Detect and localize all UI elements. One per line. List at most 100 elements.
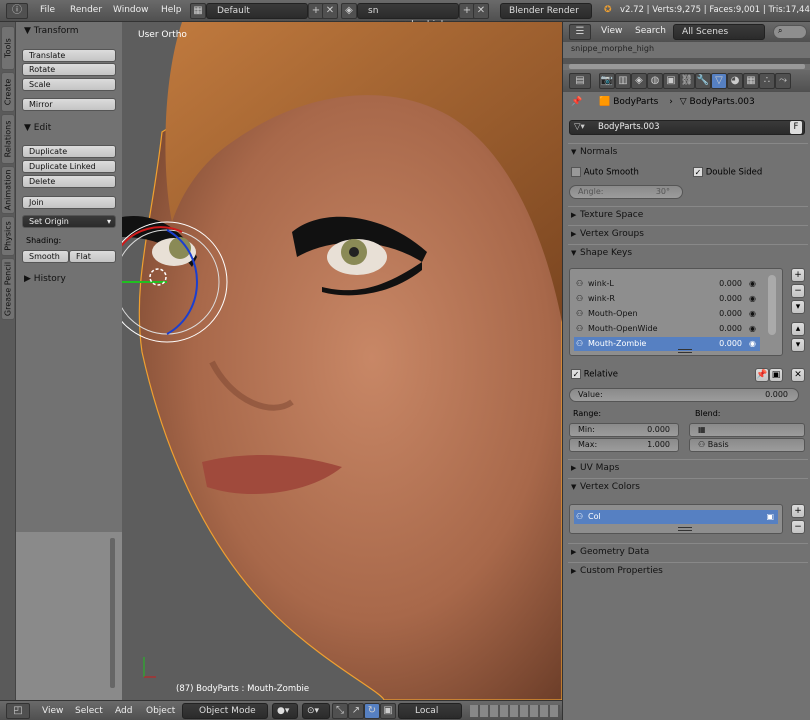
uv-maps-panel-header[interactable]: ▶ UV Maps xyxy=(568,459,808,476)
duplicate-linked-button[interactable]: Duplicate Linked xyxy=(22,160,116,173)
geometry-data-panel-header[interactable]: ▶ Geometry Data xyxy=(568,543,808,560)
list-item[interactable]: ⚇ Col ▣ xyxy=(574,510,778,524)
relative-key-field[interactable]: ⚇ Basis xyxy=(689,438,805,452)
menu-window[interactable]: Window xyxy=(113,5,149,15)
auto-smooth-checkbox[interactable]: Auto Smooth xyxy=(571,167,639,178)
particles-tab-icon[interactable]: ∴ xyxy=(759,73,775,89)
properties-editor-icon[interactable]: ▤ xyxy=(569,73,591,89)
normals-panel-header[interactable]: ▼ Normals xyxy=(568,143,808,160)
scene-tab-icon[interactable]: ◈ xyxy=(631,73,647,89)
move-shape-key-down-button[interactable]: ▾ xyxy=(791,338,805,352)
shading-mode-icon[interactable]: ●▾ xyxy=(272,703,298,719)
rotate-button[interactable]: Rotate xyxy=(22,63,116,76)
translate-manip-icon[interactable]: ↗ xyxy=(348,703,364,719)
layer-buttons[interactable] xyxy=(470,705,560,717)
vertex-group-field[interactable]: ▦ xyxy=(689,423,805,437)
outliner-menu-search[interactable]: Search xyxy=(635,26,666,36)
texture-space-panel-header[interactable]: ▶ Texture Space xyxy=(568,206,808,223)
join-button[interactable]: Join xyxy=(22,196,116,209)
render-engine-selector[interactable]: Blender Render xyxy=(500,3,592,19)
list-scrollbar[interactable] xyxy=(768,275,776,335)
mode-selector[interactable]: Object Mode xyxy=(182,703,268,719)
pivot-point-icon[interactable]: ⊙▾ xyxy=(302,703,330,719)
outliner-search-icon[interactable]: ⌕ xyxy=(773,25,807,39)
slider-max-field[interactable]: Max: 1.000 xyxy=(569,438,679,452)
list-item[interactable]: ⚇ Mouth-OpenWide 0.000 ◉ xyxy=(574,322,760,336)
outliner-scrollbar[interactable] xyxy=(569,64,805,69)
layout-selector[interactable]: Default xyxy=(206,3,308,19)
pin-icon[interactable]: 📌 xyxy=(571,97,582,107)
tab-create[interactable]: Create xyxy=(1,72,15,112)
tool-shelf-scrollbar[interactable] xyxy=(110,538,115,688)
list-item[interactable]: ⚇ Mouth-Open 0.000 ◉ xyxy=(574,307,760,321)
edit-panel-header[interactable]: ▼ Edit xyxy=(24,123,51,133)
render-tab-icon[interactable]: 📷 xyxy=(599,73,615,89)
vertex-colors-panel-header[interactable]: ▼ Vertex Colors xyxy=(568,478,808,495)
shade-smooth-button[interactable]: Smooth xyxy=(22,250,69,263)
menu-file[interactable]: File xyxy=(40,5,55,15)
mute-eye-icon[interactable]: ◉ xyxy=(749,277,756,291)
remove-vertex-color-button[interactable]: − xyxy=(791,520,805,534)
add-vertex-color-button[interactable]: + xyxy=(791,504,805,518)
shape-keys-panel-header[interactable]: ▼ Shape Keys xyxy=(568,244,808,261)
mute-eye-icon[interactable]: ◉ xyxy=(749,307,756,321)
mirror-button[interactable]: Mirror xyxy=(22,98,116,111)
physics-tab-icon[interactable]: ⤳ xyxy=(775,73,791,89)
render-active-icon[interactable]: ▣ xyxy=(766,510,774,524)
menu-add[interactable]: Add xyxy=(115,706,132,716)
shape-key-specials-button[interactable]: ▾ xyxy=(791,300,805,314)
shape-key-edit-mode-icon[interactable]: ▣ xyxy=(769,368,783,382)
scene-icon[interactable]: ◈ xyxy=(341,3,357,19)
editor-type-icon[interactable]: ⓘ xyxy=(6,3,28,19)
scene-close-icon[interactable]: ✕ xyxy=(473,3,489,19)
clear-shape-keys-button[interactable]: ✕ xyxy=(791,368,805,382)
data-tab-icon[interactable]: ▽ xyxy=(711,73,727,89)
list-item[interactable]: ⚇ Mouth-Zombie 0.000 ◉ xyxy=(574,337,760,351)
outliner-menu-view[interactable]: View xyxy=(601,26,622,36)
history-panel-header[interactable]: ▶ History xyxy=(24,274,66,284)
rotate-manip-icon[interactable]: ↻ xyxy=(364,703,380,719)
world-tab-icon[interactable]: ◍ xyxy=(647,73,663,89)
constraints-tab-icon[interactable]: ⛓ xyxy=(679,73,695,89)
tab-grease-pencil[interactable]: Grease Pencil xyxy=(1,258,15,320)
tab-relations[interactable]: Relations xyxy=(1,114,15,164)
list-resize-grip[interactable] xyxy=(678,349,692,353)
auto-smooth-angle-field[interactable]: Angle: 30° xyxy=(569,185,683,199)
face-mesh[interactable] xyxy=(138,77,562,700)
material-tab-icon[interactable]: ◕ xyxy=(727,73,743,89)
move-shape-key-up-button[interactable]: ▴ xyxy=(791,322,805,336)
list-resize-grip[interactable] xyxy=(678,527,692,531)
shape-key-pin-icon[interactable]: 📌 xyxy=(755,368,769,382)
outliner-display-mode[interactable]: All Scenes xyxy=(673,24,765,40)
menu-render[interactable]: Render xyxy=(70,5,102,15)
duplicate-button[interactable]: Duplicate xyxy=(22,145,116,158)
add-shape-key-button[interactable]: + xyxy=(791,268,805,282)
menu-object[interactable]: Object xyxy=(146,706,175,716)
custom-properties-panel-header[interactable]: ▶ Custom Properties xyxy=(568,562,808,579)
menu-view[interactable]: View xyxy=(42,706,63,716)
tab-tools[interactable]: Tools xyxy=(1,26,15,70)
menu-select[interactable]: Select xyxy=(75,706,103,716)
render-layers-tab-icon[interactable]: ▥ xyxy=(615,73,631,89)
tab-animation[interactable]: Animation xyxy=(1,166,15,214)
outliner-editor-icon[interactable]: ☰ xyxy=(569,24,591,40)
mute-eye-icon[interactable]: ◉ xyxy=(749,292,756,306)
texture-tab-icon[interactable]: ▦ xyxy=(743,73,759,89)
mute-eye-icon[interactable]: ◉ xyxy=(749,322,756,336)
modifiers-tab-icon[interactable]: 🔧 xyxy=(695,73,711,89)
transform-orientation-selector[interactable]: Local xyxy=(398,703,462,719)
editor-type-3d-icon[interactable]: ◰ xyxy=(6,703,30,719)
3d-viewport[interactable]: User Ortho (87) BodyParts : Mouth-Zombie xyxy=(122,22,562,700)
tab-physics[interactable]: Physics xyxy=(1,216,15,256)
relative-checkbox[interactable]: ✓ Relative xyxy=(571,369,618,380)
mesh-datablock-field[interactable]: ▽▾ BodyParts.003 F xyxy=(569,120,805,135)
manipulator-toggle-icon[interactable]: ⤡ xyxy=(332,703,348,719)
shade-flat-button[interactable]: Flat xyxy=(69,250,116,263)
remove-shape-key-button[interactable]: − xyxy=(791,284,805,298)
shape-key-value-field[interactable]: Value: 0.000 xyxy=(569,388,799,402)
outliner-item[interactable]: snippe_morphe_high xyxy=(571,44,791,56)
vertex-groups-panel-header[interactable]: ▶ Vertex Groups xyxy=(568,225,808,242)
list-item[interactable]: ⚇ wink-L 0.000 ◉ xyxy=(574,277,760,291)
translate-button[interactable]: Translate xyxy=(22,49,116,62)
slider-min-field[interactable]: Min: 0.000 xyxy=(569,423,679,437)
